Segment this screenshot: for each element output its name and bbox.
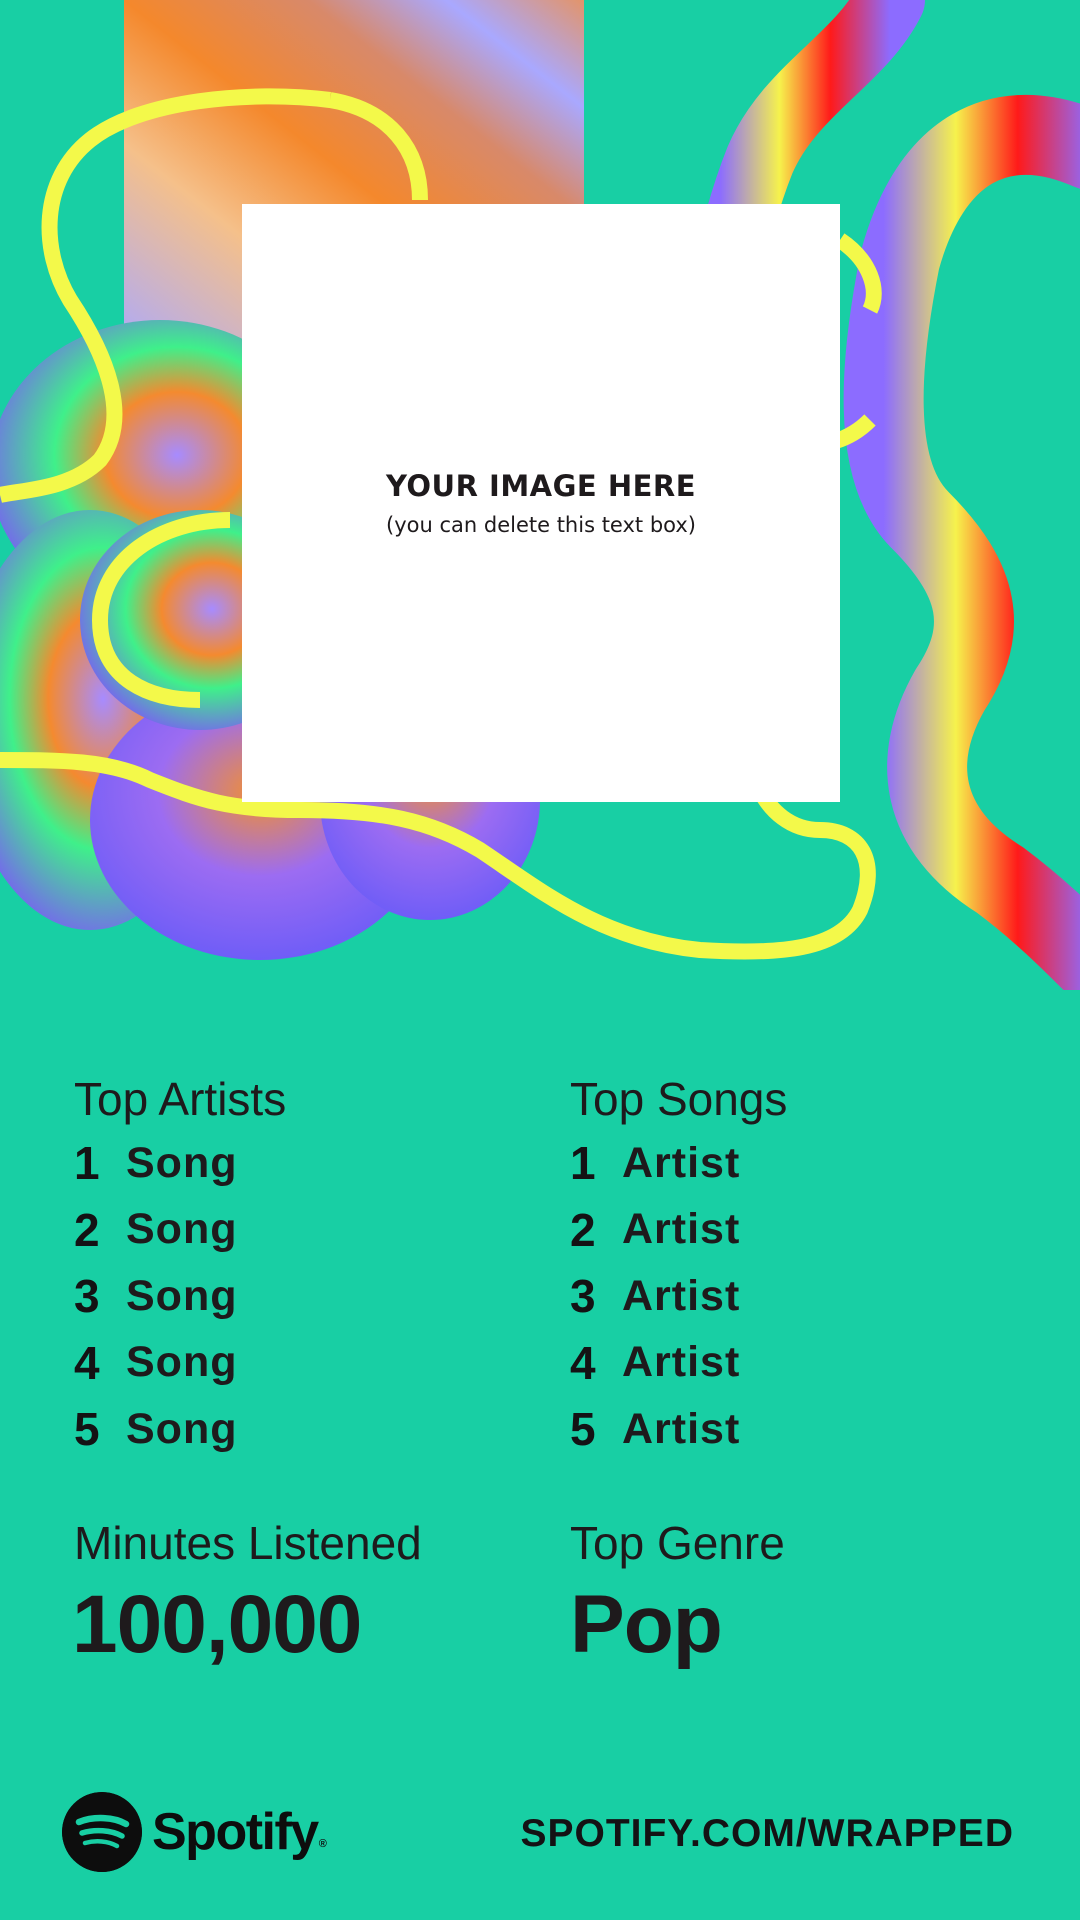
list-item: 3 Song <box>74 1263 237 1330</box>
top-artists-heading: Top Artists <box>74 1073 287 1125</box>
rank-number: 3 <box>74 1270 100 1323</box>
list-item: 4 Artist <box>570 1330 740 1397</box>
spotify-logo-icon <box>62 1792 142 1872</box>
rank-label: Artist <box>622 1138 741 1187</box>
list-item: 2 Artist <box>570 1197 740 1264</box>
top-genre-heading: Top Genre <box>570 1517 785 1569</box>
rank-number: 3 <box>570 1270 596 1323</box>
rank-label: Artist <box>622 1205 741 1254</box>
registered-mark: ® <box>318 1838 327 1850</box>
list-item: 5 Song <box>74 1396 237 1463</box>
list-item: 1 Artist <box>570 1130 740 1197</box>
top-songs-list: 1 Artist 2 Artist 3 Artist 4 Artist 5 Ar… <box>570 1130 740 1463</box>
top-songs-heading: Top Songs <box>570 1073 788 1125</box>
rank-number: 2 <box>74 1203 100 1256</box>
rank-number: 4 <box>74 1336 100 1389</box>
rank-label: Artist <box>622 1271 741 1320</box>
rainbow-ribbon <box>843 94 1080 990</box>
rank-label: Song <box>126 1138 238 1187</box>
list-item: 1 Song <box>74 1130 237 1197</box>
top-artists-list: 1 Song 2 Song 3 Song 4 Song 5 Song <box>74 1130 237 1463</box>
list-item: 5 Artist <box>570 1396 740 1463</box>
rank-number: 1 <box>74 1137 100 1190</box>
rank-number: 5 <box>74 1403 100 1456</box>
wrapped-url[interactable]: SPOTIFY.COM/WRAPPED <box>520 1812 1014 1856</box>
rank-label: Artist <box>622 1404 741 1453</box>
rank-label: Song <box>126 1205 238 1254</box>
spotify-wordmark-text: Spotify <box>152 1803 319 1861</box>
rank-label: Song <box>126 1404 238 1453</box>
rank-number: 2 <box>570 1203 596 1256</box>
spotify-logo[interactable]: Spotify® <box>62 1792 327 1872</box>
minutes-listened-value: 100,000 <box>72 1579 362 1670</box>
rank-number: 4 <box>570 1336 596 1389</box>
spotify-wordmark: Spotify® <box>152 1802 327 1862</box>
rank-label: Song <box>126 1338 238 1387</box>
top-genre-value: Pop <box>570 1579 723 1670</box>
list-item: 3 Artist <box>570 1263 740 1330</box>
image-placeholder-subtitle[interactable]: (you can delete this text box) <box>386 513 696 537</box>
image-placeholder-title[interactable]: YOUR IMAGE HERE <box>386 469 696 503</box>
image-placeholder[interactable]: YOUR IMAGE HERE (you can delete this tex… <box>242 204 840 802</box>
rank-label: Song <box>126 1271 238 1320</box>
rank-label: Artist <box>622 1338 741 1387</box>
rank-number: 5 <box>570 1403 596 1456</box>
rank-number: 1 <box>570 1137 596 1190</box>
list-item: 4 Song <box>74 1330 237 1397</box>
minutes-listened-heading: Minutes Listened <box>74 1517 422 1569</box>
list-item: 2 Song <box>74 1197 237 1264</box>
